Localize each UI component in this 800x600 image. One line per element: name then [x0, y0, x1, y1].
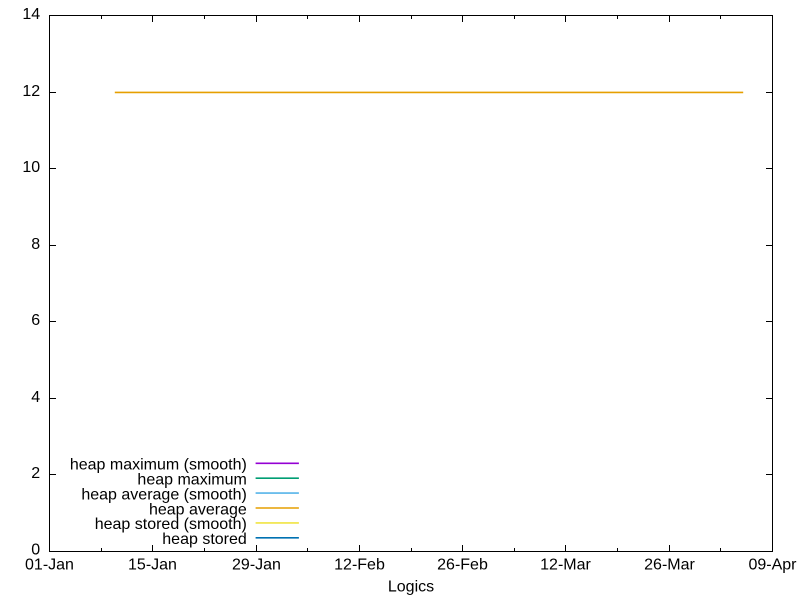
svg-text:10: 10: [22, 159, 40, 176]
svg-text:6: 6: [31, 312, 40, 329]
svg-text:26-Feb: 26-Feb: [437, 557, 488, 574]
svg-text:15-Jan: 15-Jan: [128, 557, 177, 574]
svg-text:8: 8: [31, 236, 40, 253]
svg-text:Logics: Logics: [388, 579, 434, 596]
svg-text:12-Mar: 12-Mar: [540, 557, 591, 574]
svg-text:01-Jan: 01-Jan: [25, 557, 74, 574]
svg-text:4: 4: [31, 389, 40, 406]
svg-text:2: 2: [31, 465, 40, 482]
svg-text:14: 14: [22, 6, 40, 23]
svg-text:09-Apr: 09-Apr: [748, 557, 797, 574]
svg-text:heap stored: heap stored: [162, 531, 247, 548]
svg-text:12-Feb: 12-Feb: [334, 557, 385, 574]
svg-text:12: 12: [22, 83, 40, 100]
svg-text:26-Mar: 26-Mar: [644, 557, 695, 574]
svg-text:29-Jan: 29-Jan: [232, 557, 281, 574]
